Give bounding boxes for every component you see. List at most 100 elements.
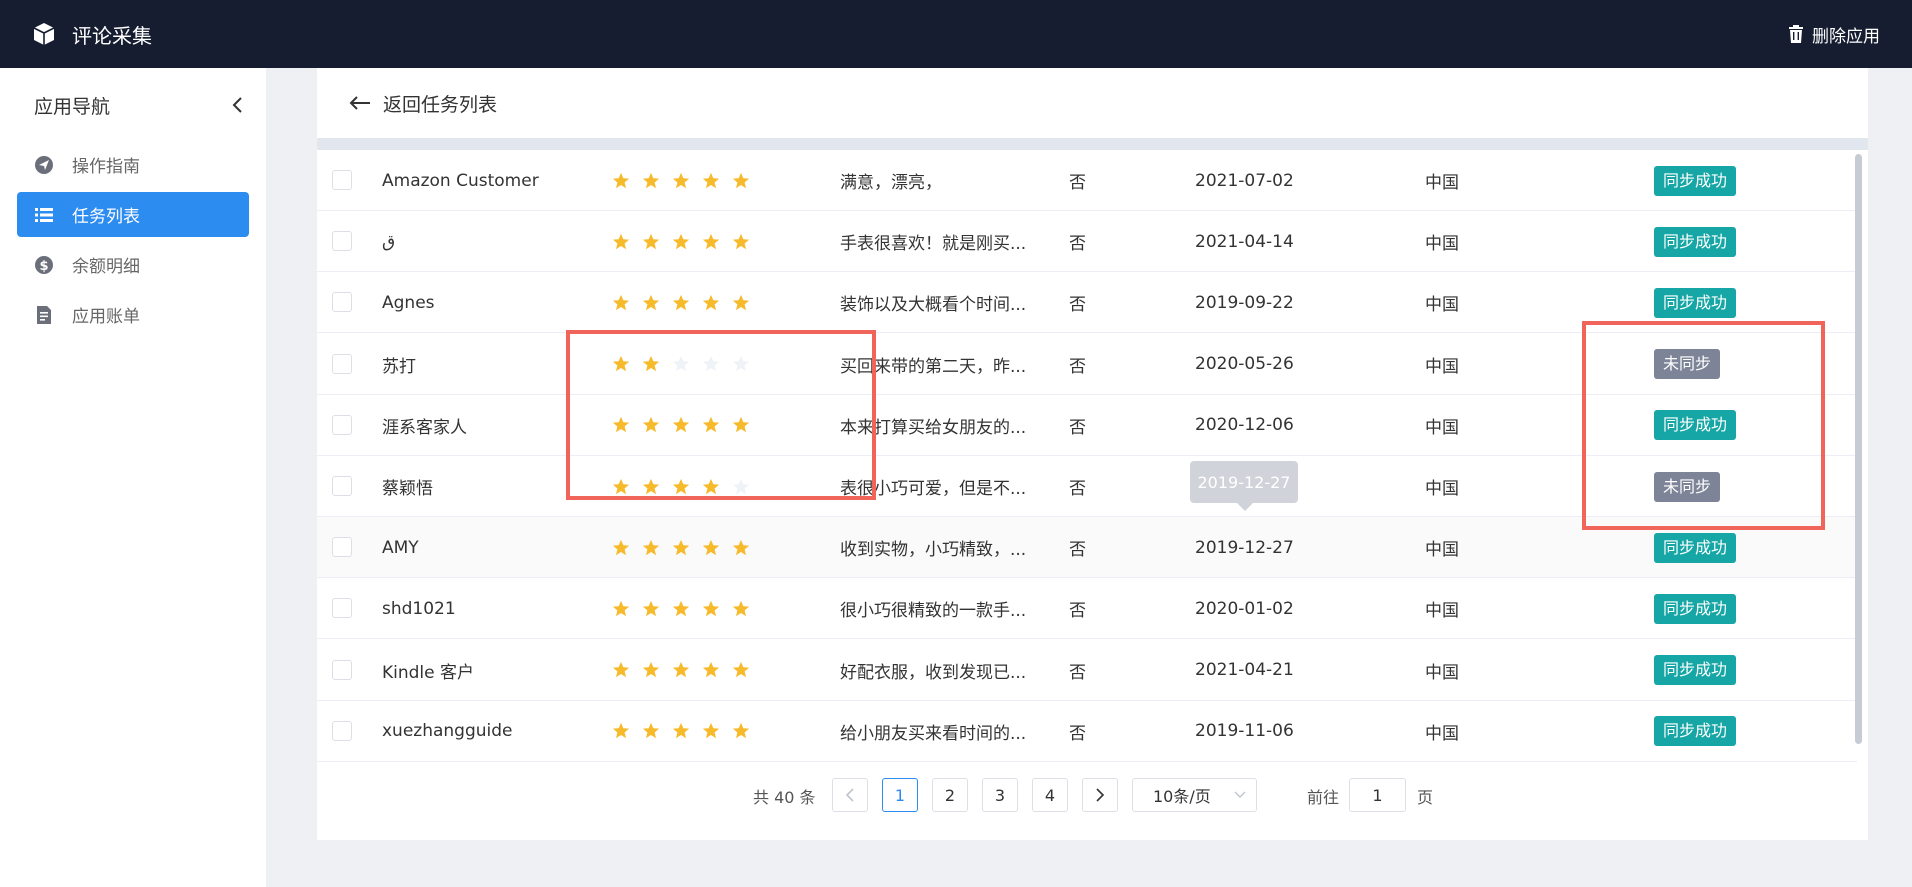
star-filled-icon xyxy=(612,661,630,678)
status-badge: 同步成功 xyxy=(1654,716,1737,747)
page-button[interactable]: 1 xyxy=(882,778,918,812)
star-filled-icon xyxy=(672,539,690,555)
reviewer-name: xuezhangguide xyxy=(382,721,513,742)
table-row[interactable]: ق 手表很喜欢！就是刚买... 否 2021-04-14 中国 同步成功 xyxy=(317,211,1857,273)
star-filled-icon xyxy=(732,723,750,739)
flag-value: 否 xyxy=(1069,173,1086,193)
rating-stars xyxy=(612,578,762,639)
next-page-button[interactable] xyxy=(1082,778,1118,812)
flag-value: 否 xyxy=(1069,479,1086,499)
review-content: 装饰以及大概看个时间... xyxy=(840,295,1027,316)
review-content: 给小朋友买来看时间的... xyxy=(840,723,1027,744)
flag-value: 否 xyxy=(1069,723,1086,744)
star-filled-icon xyxy=(612,233,630,249)
review-content: 好配衣服，收到发现已... xyxy=(840,662,1027,683)
review-content: 收到实物，小巧精致，... xyxy=(840,540,1027,561)
star-filled-icon xyxy=(672,661,690,678)
star-filled-icon xyxy=(642,661,660,678)
sidebar-item-balance[interactable]: $ 余额明细 xyxy=(17,242,249,287)
row-checkbox[interactable] xyxy=(332,231,352,252)
row-checkbox[interactable] xyxy=(332,659,352,680)
row-checkbox[interactable] xyxy=(332,537,352,558)
row-checkbox[interactable] xyxy=(332,414,352,435)
review-content: 手表很喜欢！就是刚买... xyxy=(840,234,1027,255)
back-to-tasks-link[interactable]: 返回任务列表 xyxy=(317,68,1868,138)
star-filled-icon xyxy=(672,233,690,249)
sidebar-item-label: 应用账单 xyxy=(72,307,140,327)
page-button[interactable]: 4 xyxy=(1032,778,1068,812)
back-label: 返回任务列表 xyxy=(383,93,498,116)
reviewer-name: 苏打 xyxy=(382,356,416,377)
reviewer-name: 涯系客家人 xyxy=(382,417,467,438)
row-checkbox[interactable] xyxy=(332,170,352,190)
review-date: 2019-09-22 xyxy=(1195,292,1294,313)
row-checkbox[interactable] xyxy=(332,598,352,619)
table-scrollbar[interactable] xyxy=(1855,154,1862,744)
pagination: 共 40 条 1 2 3 4 10条/页 前往 页 xyxy=(317,776,1868,816)
star-filled-icon xyxy=(732,172,750,188)
chevron-right-icon xyxy=(1096,788,1105,802)
goto-page-input[interactable] xyxy=(1349,778,1406,812)
rating-stars xyxy=(612,211,762,272)
chevron-down-icon xyxy=(1234,791,1246,798)
chevron-left-icon[interactable] xyxy=(228,95,248,115)
country: 中国 xyxy=(1425,295,1459,316)
star-filled-icon xyxy=(702,172,720,188)
status-cell: 同步成功 xyxy=(1654,578,1737,639)
row-checkbox[interactable] xyxy=(332,476,352,496)
star-filled-icon xyxy=(702,233,720,249)
row-checkbox[interactable] xyxy=(332,292,352,313)
sidebar-item-bills[interactable]: 应用账单 xyxy=(17,292,249,337)
delete-app-button[interactable]: 删除应用 xyxy=(1788,22,1880,47)
reviewer-name: 蔡颖悟 xyxy=(382,479,433,499)
rating-stars xyxy=(612,517,762,578)
star-filled-icon xyxy=(672,723,690,739)
table-row[interactable]: xuezhangguide 给小朋友买来看时间的... 否 2019-11-06 中国 同… xyxy=(317,701,1857,762)
page-button[interactable]: 2 xyxy=(932,778,968,812)
review-date: 2019-12-27 xyxy=(1195,537,1294,558)
sidebar-item-label: 余额明细 xyxy=(72,257,140,277)
table-row[interactable]: Kindle 客户 好配衣服，收到发现已... 否 2021-04-21 中国 同步成功 xyxy=(317,640,1857,701)
review-date: 2019-11-06 xyxy=(1195,721,1294,742)
review-content: 满意，漂亮， xyxy=(840,173,942,193)
status-badge: 同步成功 xyxy=(1654,226,1737,257)
star-filled-icon xyxy=(702,294,720,311)
star-filled-icon xyxy=(672,172,690,188)
star-filled-icon xyxy=(732,294,750,311)
page-button[interactable]: 3 xyxy=(982,778,1018,812)
row-checkbox[interactable] xyxy=(332,720,352,741)
page-size-select[interactable]: 10条/页 xyxy=(1132,778,1257,812)
review-date: 2021-07-02 xyxy=(1195,170,1294,191)
rating-stars xyxy=(612,150,762,211)
status-badge: 同步成功 xyxy=(1654,593,1737,624)
star-filled-icon xyxy=(672,294,690,311)
table-row[interactable]: shd1021 很小巧很精致的一款手... 否 2020-01-02 中国 同步成功 xyxy=(317,578,1857,640)
reviewer-name: ق xyxy=(382,231,396,252)
flag-value: 否 xyxy=(1069,295,1086,316)
chevron-left-icon xyxy=(845,788,854,802)
star-filled-icon xyxy=(612,723,630,739)
star-filled-icon xyxy=(642,723,660,739)
star-filled-icon xyxy=(642,600,660,617)
star-filled-icon xyxy=(702,600,720,617)
country: 中国 xyxy=(1425,173,1459,193)
row-checkbox[interactable] xyxy=(332,353,352,374)
star-filled-icon xyxy=(642,294,660,311)
sidebar-item-guide[interactable]: 操作指南 xyxy=(17,142,249,187)
sidebar-item-tasks[interactable]: 任务列表 xyxy=(17,192,249,237)
star-filled-icon xyxy=(732,661,750,678)
star-filled-icon xyxy=(612,600,630,617)
rating-stars xyxy=(612,640,762,701)
sidebar-header: 应用导航 xyxy=(0,68,266,142)
status-annotation-box xyxy=(1582,321,1825,530)
country: 中国 xyxy=(1425,479,1459,499)
prev-page-button[interactable] xyxy=(832,778,868,812)
review-date: 2020-12-06 xyxy=(1195,415,1294,436)
table-row[interactable]: Amazon Customer 满意，漂亮， 否 2021-07-02 中国 同步成功 xyxy=(317,150,1857,211)
country: 中国 xyxy=(1425,234,1459,255)
sidebar: 应用导航 操作指南 任务列表 $ 余额明细 应用账单 xyxy=(0,68,266,887)
reviewer-name: Amazon Customer xyxy=(382,170,539,191)
star-filled-icon xyxy=(732,539,750,555)
reviewer-name: Agnes xyxy=(382,292,435,313)
review-date: 2021-04-21 xyxy=(1195,660,1294,681)
